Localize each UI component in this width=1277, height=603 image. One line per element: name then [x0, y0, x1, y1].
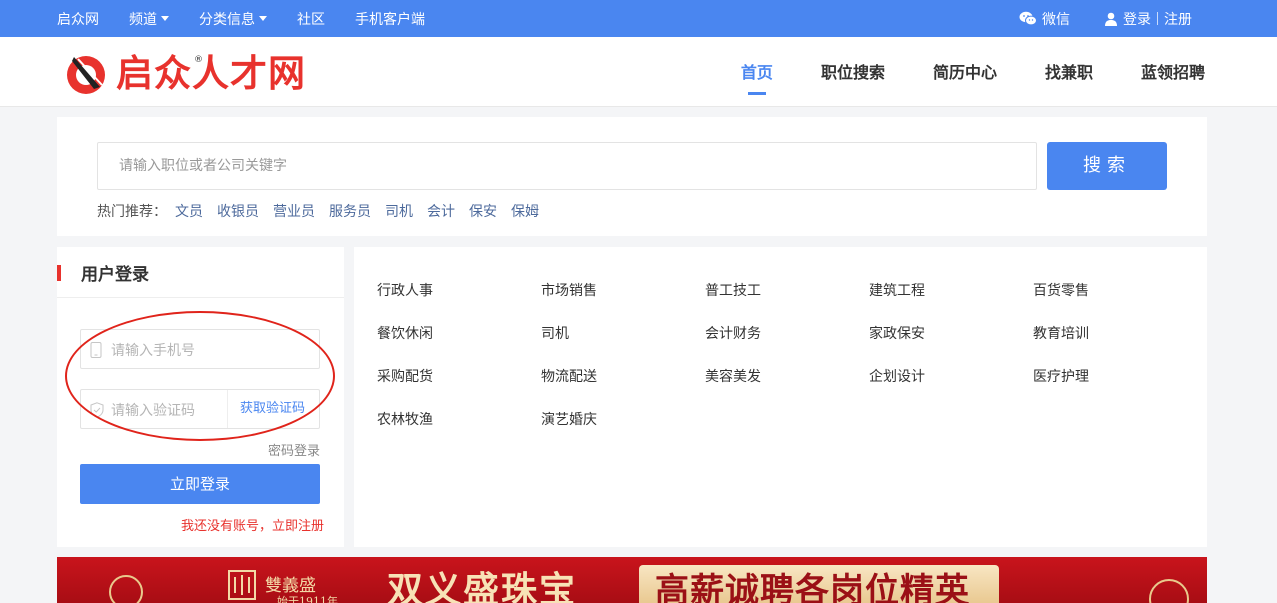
category-link[interactable]: 司机 [541, 323, 569, 343]
site-header: 启众人才网 ® 首页 职位搜索 简历中心 找兼职 蓝领招聘 [0, 37, 1277, 107]
ring-graphic [109, 575, 143, 603]
login-link[interactable]: 登录 [1123, 9, 1151, 29]
wechat-label: 微信 [1042, 11, 1070, 28]
search-button[interactable]: 搜索 [1047, 142, 1167, 190]
category-link[interactable]: 行政人事 [377, 280, 433, 300]
top-nav-label: 手机客户端 [355, 11, 425, 28]
site-logo[interactable]: 启众人才网 ® [64, 51, 306, 97]
category-link[interactable]: 市场销售 [541, 280, 597, 300]
hot-word-link[interactable]: 营业员 [273, 201, 315, 221]
phone-field[interactable]: 请输入手机号 [80, 329, 320, 369]
user-icon [1105, 12, 1117, 26]
category-link[interactable]: 餐饮休闲 [377, 323, 433, 343]
top-nav-label: 社区 [297, 11, 325, 28]
hot-label: 热门推荐： [97, 204, 167, 220]
hot-word-link[interactable]: 保安 [469, 201, 497, 221]
hot-word-link[interactable]: 服务员 [329, 201, 371, 221]
banner-brand-logo: 雙義盛 始于1911年 [227, 563, 357, 603]
search-panel: 请输入职位或者公司关键字 搜索 热门推荐： 文员 收银员 营业员 服务员 司机 会计 保安保… [57, 117, 1207, 236]
hot-word-link[interactable]: 收银员 [217, 201, 259, 221]
category-link[interactable]: 演艺婚庆 [541, 409, 597, 429]
logo-text: 启众人才网 [116, 52, 306, 95]
login-title-bar: 用户登录 [57, 247, 344, 298]
top-bar: 启众网 频道 分类信息 社区 手机客户端 微信 登录 注册 [0, 0, 1277, 37]
top-nav-item[interactable]: 启众网 [57, 9, 99, 29]
logo-mark-icon [67, 56, 105, 94]
code-field[interactable]: 请输入验证码 获取验证码 [80, 389, 320, 429]
category-link[interactable]: 教育培训 [1033, 323, 1089, 343]
register-link[interactable]: 注册 [1164, 9, 1192, 29]
top-nav-item[interactable]: 频道 [129, 9, 169, 29]
top-nav-label: 启众网 [57, 11, 99, 28]
caret-down-icon [161, 16, 169, 21]
category-link[interactable]: 家政保安 [869, 323, 925, 343]
nav-item[interactable]: 首页 [741, 37, 773, 107]
register-now-link[interactable]: 我还没有账号，立即注册 [181, 515, 324, 534]
category-link[interactable]: 建筑工程 [869, 280, 925, 300]
caret-down-icon [259, 16, 267, 21]
top-bar-account: 微信 登录 注册 [1019, 0, 1192, 37]
code-placeholder: 请输入验证码 [111, 403, 195, 419]
nav-item[interactable]: 找兼职 [1045, 37, 1093, 107]
category-link[interactable]: 普工技工 [705, 280, 761, 300]
login-title: 用户登录 [81, 265, 149, 285]
title-accent [57, 265, 61, 281]
category-link[interactable]: 医疗护理 [1033, 366, 1089, 386]
login-submit-button[interactable]: 立即登录 [80, 464, 320, 504]
top-bar-links: 启众网 频道 分类信息 社区 手机客户端 [57, 0, 455, 37]
category-link[interactable]: 美容美发 [705, 366, 761, 386]
top-nav-label: 频道 [129, 11, 157, 28]
hot-word-link[interactable]: 文员 [175, 201, 203, 221]
hot-word-link[interactable]: 保姆 [511, 201, 539, 221]
wechat-link[interactable]: 微信 [1019, 9, 1070, 29]
account-links: 登录 注册 [1104, 9, 1192, 29]
banner-slogan: 高薪诚聘各岗位精英 [655, 571, 970, 603]
job-categories: 行政人事 市场销售 普工技工 建筑工程 百货零售餐饮休闲 司机 会计财务 家政保安 教育培训采购… [354, 247, 1207, 547]
nav-item[interactable]: 职位搜索 [821, 37, 885, 107]
hot-word-link[interactable]: 会计 [427, 201, 455, 221]
hot-recommendations: 热门推荐： 文员 收银员 营业员 服务员 司机 会计 保安 保姆 [97, 201, 553, 221]
category-link[interactable]: 农林牧渔 [377, 409, 433, 429]
category-link[interactable]: 企划设计 [869, 366, 925, 386]
ring-graphic [1149, 579, 1189, 603]
top-nav-item[interactable]: 社区 [297, 9, 325, 29]
main-nav: 首页 职位搜索 简历中心 找兼职 蓝领招聘 [693, 37, 1205, 107]
category-link[interactable]: 会计财务 [705, 323, 761, 343]
category-link[interactable]: 物流配送 [541, 366, 597, 386]
hot-word-link[interactable]: 司机 [385, 201, 413, 221]
top-nav-item[interactable]: 分类信息 [199, 9, 267, 29]
login-panel: 用户登录 请输入手机号 请输入验证码 获取验证码 密码登录 立即登录 我还没有账… [57, 247, 344, 547]
wechat-icon [1019, 11, 1037, 26]
top-nav-label: 分类信息 [199, 11, 255, 28]
nav-item[interactable]: 简历中心 [933, 37, 997, 107]
phone-placeholder: 请输入手机号 [111, 343, 195, 359]
registered-mark: ® [194, 55, 203, 65]
ad-banner[interactable]: 雙義盛 始于1911年 双义盛珠宝 高薪诚聘各岗位精英 [57, 557, 1207, 603]
category-link[interactable]: 采购配货 [377, 366, 433, 386]
banner-brand-name: 双义盛珠宝 [387, 569, 578, 603]
divider [1157, 12, 1158, 25]
category-link[interactable]: 百货零售 [1033, 280, 1089, 300]
top-nav-item[interactable]: 手机客户端 [355, 9, 425, 29]
phone-icon [90, 342, 102, 358]
shield-icon [90, 402, 104, 418]
brand-emblem-icon [228, 570, 256, 600]
password-login-link[interactable]: 密码登录 [268, 440, 320, 459]
search-input[interactable]: 请输入职位或者公司关键字 [97, 142, 1037, 190]
get-code-button[interactable]: 获取验证码 [226, 390, 319, 428]
banner-brand-since: 始于1911年 [277, 595, 338, 603]
nav-item[interactable]: 蓝领招聘 [1141, 37, 1205, 107]
